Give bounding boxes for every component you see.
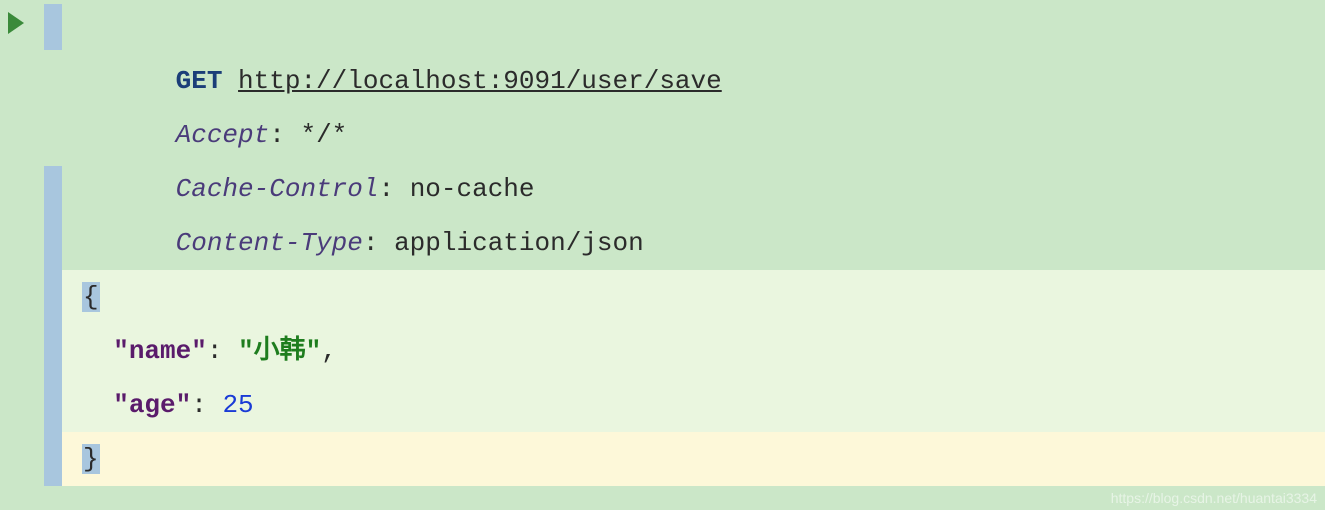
- json-string-value: "小韩": [238, 336, 321, 366]
- json-body-line[interactable]: "age": 25: [62, 378, 1325, 432]
- header-line[interactable]: Content-Type: application/json: [62, 162, 1325, 216]
- comma: ,: [321, 336, 337, 366]
- json-body-line[interactable]: "name": "小韩",: [62, 324, 1325, 378]
- json-number-value: 25: [222, 390, 253, 420]
- change-marker: [44, 166, 62, 486]
- change-marker: [44, 4, 62, 50]
- run-request-icon[interactable]: [8, 12, 24, 34]
- header-line[interactable]: Cache-Control: no-cache: [62, 108, 1325, 162]
- brace-open: {: [82, 282, 100, 312]
- colon: :: [207, 336, 238, 366]
- http-request-editor[interactable]: GET http://localhost:9091/user/save Acce…: [0, 0, 1325, 510]
- header-line[interactable]: Accept: */*: [62, 54, 1325, 108]
- json-body-line[interactable]: {: [62, 270, 1325, 324]
- watermark: https://blog.csdn.net/huantai3334: [1111, 490, 1317, 506]
- json-key: "name": [113, 336, 207, 366]
- gutter: [0, 0, 44, 510]
- json-body-line[interactable]: }: [62, 432, 1325, 486]
- colon: :: [191, 390, 222, 420]
- code-area[interactable]: GET http://localhost:9091/user/save Acce…: [62, 0, 1325, 510]
- brace-close: }: [82, 444, 100, 474]
- json-key: "age": [113, 390, 191, 420]
- change-marker-column: [44, 0, 62, 510]
- blank-line[interactable]: [62, 216, 1325, 270]
- request-line[interactable]: GET http://localhost:9091/user/save: [62, 0, 1325, 54]
